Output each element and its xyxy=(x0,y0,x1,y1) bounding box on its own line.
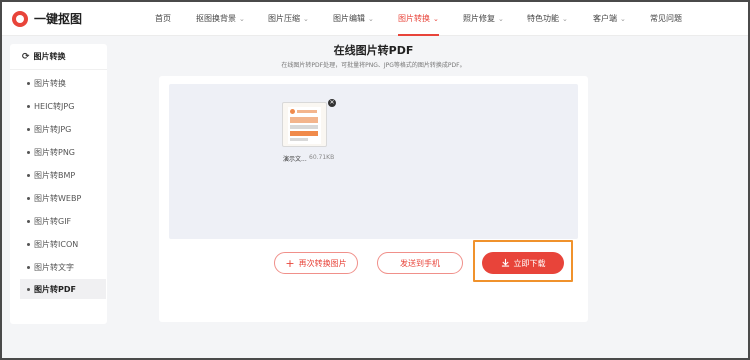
convert-again-button[interactable]: + 再次转换图片 xyxy=(274,252,358,274)
chevron-down-icon: ⌄ xyxy=(433,15,439,23)
chevron-down-icon: ⌄ xyxy=(498,15,504,23)
download-icon xyxy=(501,258,510,269)
nav-label: 首页 xyxy=(155,14,171,23)
nav-label: 图片压缩 xyxy=(268,14,300,23)
nav-label: 常见问题 xyxy=(650,14,682,23)
nav-home[interactable]: 首页 xyxy=(155,2,171,36)
nav-faq[interactable]: 常见问题 xyxy=(650,2,682,36)
chevron-down-icon: ⌄ xyxy=(562,15,568,23)
plus-icon: + xyxy=(285,256,295,270)
sidebar-item-convert[interactable]: 图片转换 xyxy=(20,73,106,93)
logo-text: 一键抠图 xyxy=(34,12,83,26)
top-header: 一键抠图 首页 抠图换背景 ⌄ 图片压缩 ⌄ 图片编辑 ⌄ 图片转换 ⌄ 照片修复 ⌄ 特… xyxy=(2,2,748,36)
chevron-down-icon: ⌄ xyxy=(303,15,309,23)
nav-cutout[interactable]: 抠图换背景 ⌄ xyxy=(196,2,245,36)
nav-features[interactable]: 特色功能 ⌄ xyxy=(527,2,568,36)
sidebar-item-pdf[interactable]: 图片转PDF xyxy=(20,279,106,299)
logo-icon xyxy=(12,10,28,27)
file-size: 60.71KB xyxy=(309,154,335,161)
chevron-down-icon: ⌄ xyxy=(620,15,626,23)
chevron-down-icon: ⌄ xyxy=(368,15,374,23)
nav-label: 客户端 xyxy=(593,14,617,23)
nav-compress[interactable]: 图片压缩 ⌄ xyxy=(268,2,309,36)
page-title: 在线图片转PDF xyxy=(333,44,414,57)
sidebar-item-text[interactable]: 图片转文字 xyxy=(20,257,106,277)
sidebar-item-gif[interactable]: 图片转GIF xyxy=(20,211,106,231)
file-name: 演示文... xyxy=(283,156,307,163)
file-thumbnail[interactable] xyxy=(282,102,327,147)
main-content: 在线图片转PDF 在线图片转PDF处理，可批量将PNG、JPG等格式的图片转换成… xyxy=(159,38,588,322)
convert-icon: ⟳ xyxy=(22,51,30,62)
download-label: 立即下载 xyxy=(513,258,546,268)
logo[interactable]: 一键抠图 xyxy=(12,10,82,27)
send-to-phone-button[interactable]: 发送到手机 xyxy=(377,252,463,274)
nav-repair[interactable]: 照片修复 ⌄ xyxy=(463,2,504,36)
nav-label: 图片编辑 xyxy=(333,14,365,23)
sidebar-item-png[interactable]: 图片转PNG xyxy=(20,142,106,162)
sidebar-item-bmp[interactable]: 图片转BMP xyxy=(20,165,106,185)
app-window: 一键抠图 首页 抠图换背景 ⌄ 图片压缩 ⌄ 图片编辑 ⌄ 图片转换 ⌄ 照片修复 ⌄ 特… xyxy=(0,0,750,360)
sidebar-title: ⟳ 图片转换 xyxy=(10,44,107,70)
nav-label: 图片转换 xyxy=(398,14,430,23)
sidebar-item-jpg[interactable]: 图片转JPG xyxy=(20,119,106,139)
send-to-phone-label: 发送到手机 xyxy=(400,258,440,268)
download-button[interactable]: 立即下载 xyxy=(482,252,564,274)
sidebar-item-heic-jpg[interactable]: HEIC转JPG xyxy=(20,96,106,116)
nav-label: 特色功能 xyxy=(527,14,559,23)
close-icon[interactable]: ✕ xyxy=(328,99,336,107)
sidebar-item-icon[interactable]: 图片转ICON xyxy=(20,234,106,254)
document-preview-icon xyxy=(288,107,321,144)
sidebar-item-webp[interactable]: 图片转WEBP xyxy=(20,188,106,208)
convert-again-label: 再次转换图片 xyxy=(298,258,347,268)
convert-card: ✕ 演示文... 60.71KB + 再次转换图片 发送到手机 立即下载 xyxy=(159,76,588,322)
page-subtitle: 在线图片转PDF处理，可批量将PNG、JPG等格式的图片转换成PDF。 xyxy=(281,62,466,69)
nav-convert[interactable]: 图片转换 ⌄ xyxy=(398,2,439,36)
chevron-down-icon: ⌄ xyxy=(239,15,245,23)
upload-area[interactable]: ✕ 演示文... 60.71KB xyxy=(169,84,578,239)
nav-label: 照片修复 xyxy=(463,14,495,23)
nav-edit[interactable]: 图片编辑 ⌄ xyxy=(333,2,374,36)
sidebar: ⟳ 图片转换 图片转换 HEIC转JPG 图片转JPG 图片转PNG 图片转BM… xyxy=(10,44,107,324)
sidebar-title-label: 图片转换 xyxy=(33,52,66,61)
nav-label: 抠图换背景 xyxy=(196,14,236,23)
nav-client[interactable]: 客户端 ⌄ xyxy=(593,2,626,36)
